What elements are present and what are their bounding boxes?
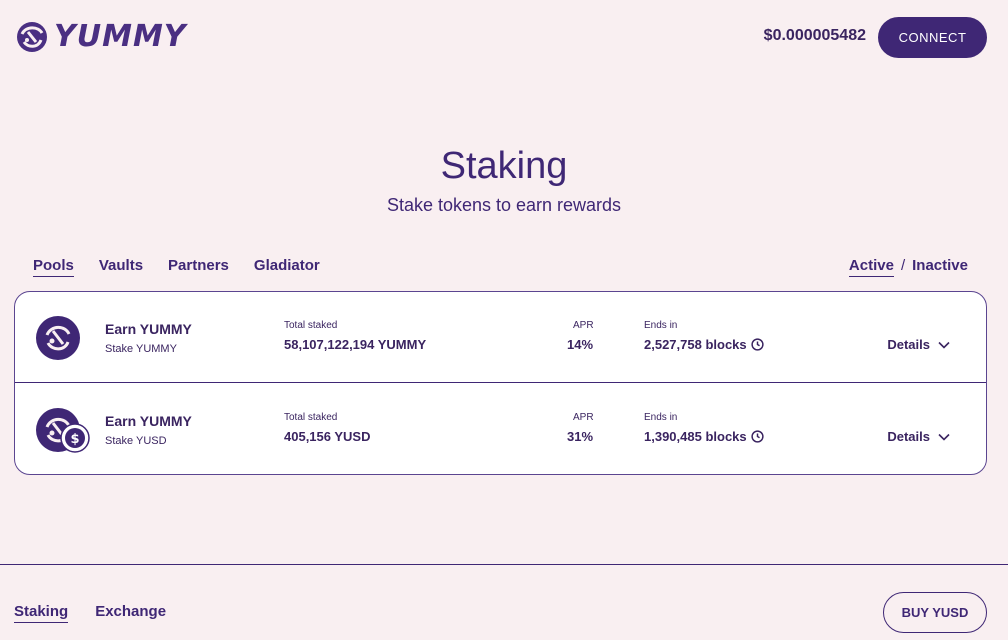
filter-separator: / [900, 257, 906, 274]
tab-gladiator[interactable]: Gladiator [254, 257, 320, 277]
pools-list: Earn YUMMY Stake YUMMY Total staked 58,1… [14, 291, 987, 475]
yummy-coin-icon [35, 315, 81, 361]
logo[interactable]: YUMMY [14, 20, 187, 54]
details-label: Details [887, 337, 930, 352]
details-toggle[interactable]: Details [887, 337, 950, 352]
total-staked-label: Total staked [284, 412, 338, 423]
svg-text:$: $ [70, 432, 79, 447]
chevron-down-icon [938, 341, 950, 349]
total-staked-label: Total staked [284, 320, 338, 331]
footer-nav: Staking Exchange [14, 603, 193, 623]
footer-divider [0, 564, 1008, 565]
pool-row: $ Earn YUMMY Stake YUSD Total staked 405… [15, 384, 986, 474]
ends-in-value: 1,390,485 blocks [644, 429, 764, 444]
ends-in-blocks: 2,527,758 blocks [644, 337, 747, 352]
clock-icon [751, 338, 764, 351]
ends-in-label: Ends in [644, 320, 678, 331]
pool-earn-label: Earn YUMMY [105, 321, 192, 337]
ends-in-value: 2,527,758 blocks [644, 337, 764, 352]
header: YUMMY $0.000005482 CONNECT [0, 0, 1008, 76]
brand-name: YUMMY [54, 19, 187, 54]
active-filter[interactable]: Active [848, 257, 894, 277]
pool-stake-label: Stake YUSD [105, 435, 167, 447]
pool-earn-label: Earn YUMMY [105, 413, 192, 429]
chevron-down-icon [938, 433, 950, 441]
apr-value: 14% [567, 337, 594, 352]
details-label: Details [887, 429, 930, 444]
total-staked-value: 405,156 YUSD [284, 429, 371, 444]
token-price: $0.000005482 [763, 27, 866, 44]
inactive-filter[interactable]: Inactive [912, 257, 968, 277]
footer-link-exchange[interactable]: Exchange [95, 603, 166, 623]
clock-icon [751, 430, 764, 443]
status-toggle: Active / Inactive [848, 257, 968, 277]
tab-partners[interactable]: Partners [168, 257, 229, 277]
buy-yusd-button[interactable]: BUY YUSD [883, 592, 987, 633]
page-subtitle: Stake tokens to earn rewards [386, 195, 622, 215]
page-title: Staking [440, 145, 568, 187]
yusd-coin-icon: $ [60, 423, 90, 453]
total-staked-value: 58,107,122,194 YUMMY [284, 337, 427, 352]
apr-label: APR [573, 320, 594, 331]
pool-row: Earn YUMMY Stake YUMMY Total staked 58,1… [15, 292, 986, 383]
ends-in-label: Ends in [644, 412, 678, 423]
yummy-logo-icon [17, 22, 47, 52]
ends-in-blocks: 1,390,485 blocks [644, 429, 747, 444]
pool-stake-label: Stake YUMMY [105, 343, 177, 355]
footer-link-staking[interactable]: Staking [14, 603, 69, 623]
pool-tabs: Pools Vaults Partners Gladiator [33, 257, 345, 277]
apr-value: 31% [567, 429, 594, 444]
apr-label: APR [573, 412, 594, 423]
connect-button[interactable]: CONNECT [878, 17, 987, 58]
tab-vaults[interactable]: Vaults [99, 257, 143, 277]
details-toggle[interactable]: Details [887, 429, 950, 444]
tab-pools[interactable]: Pools [33, 257, 74, 277]
